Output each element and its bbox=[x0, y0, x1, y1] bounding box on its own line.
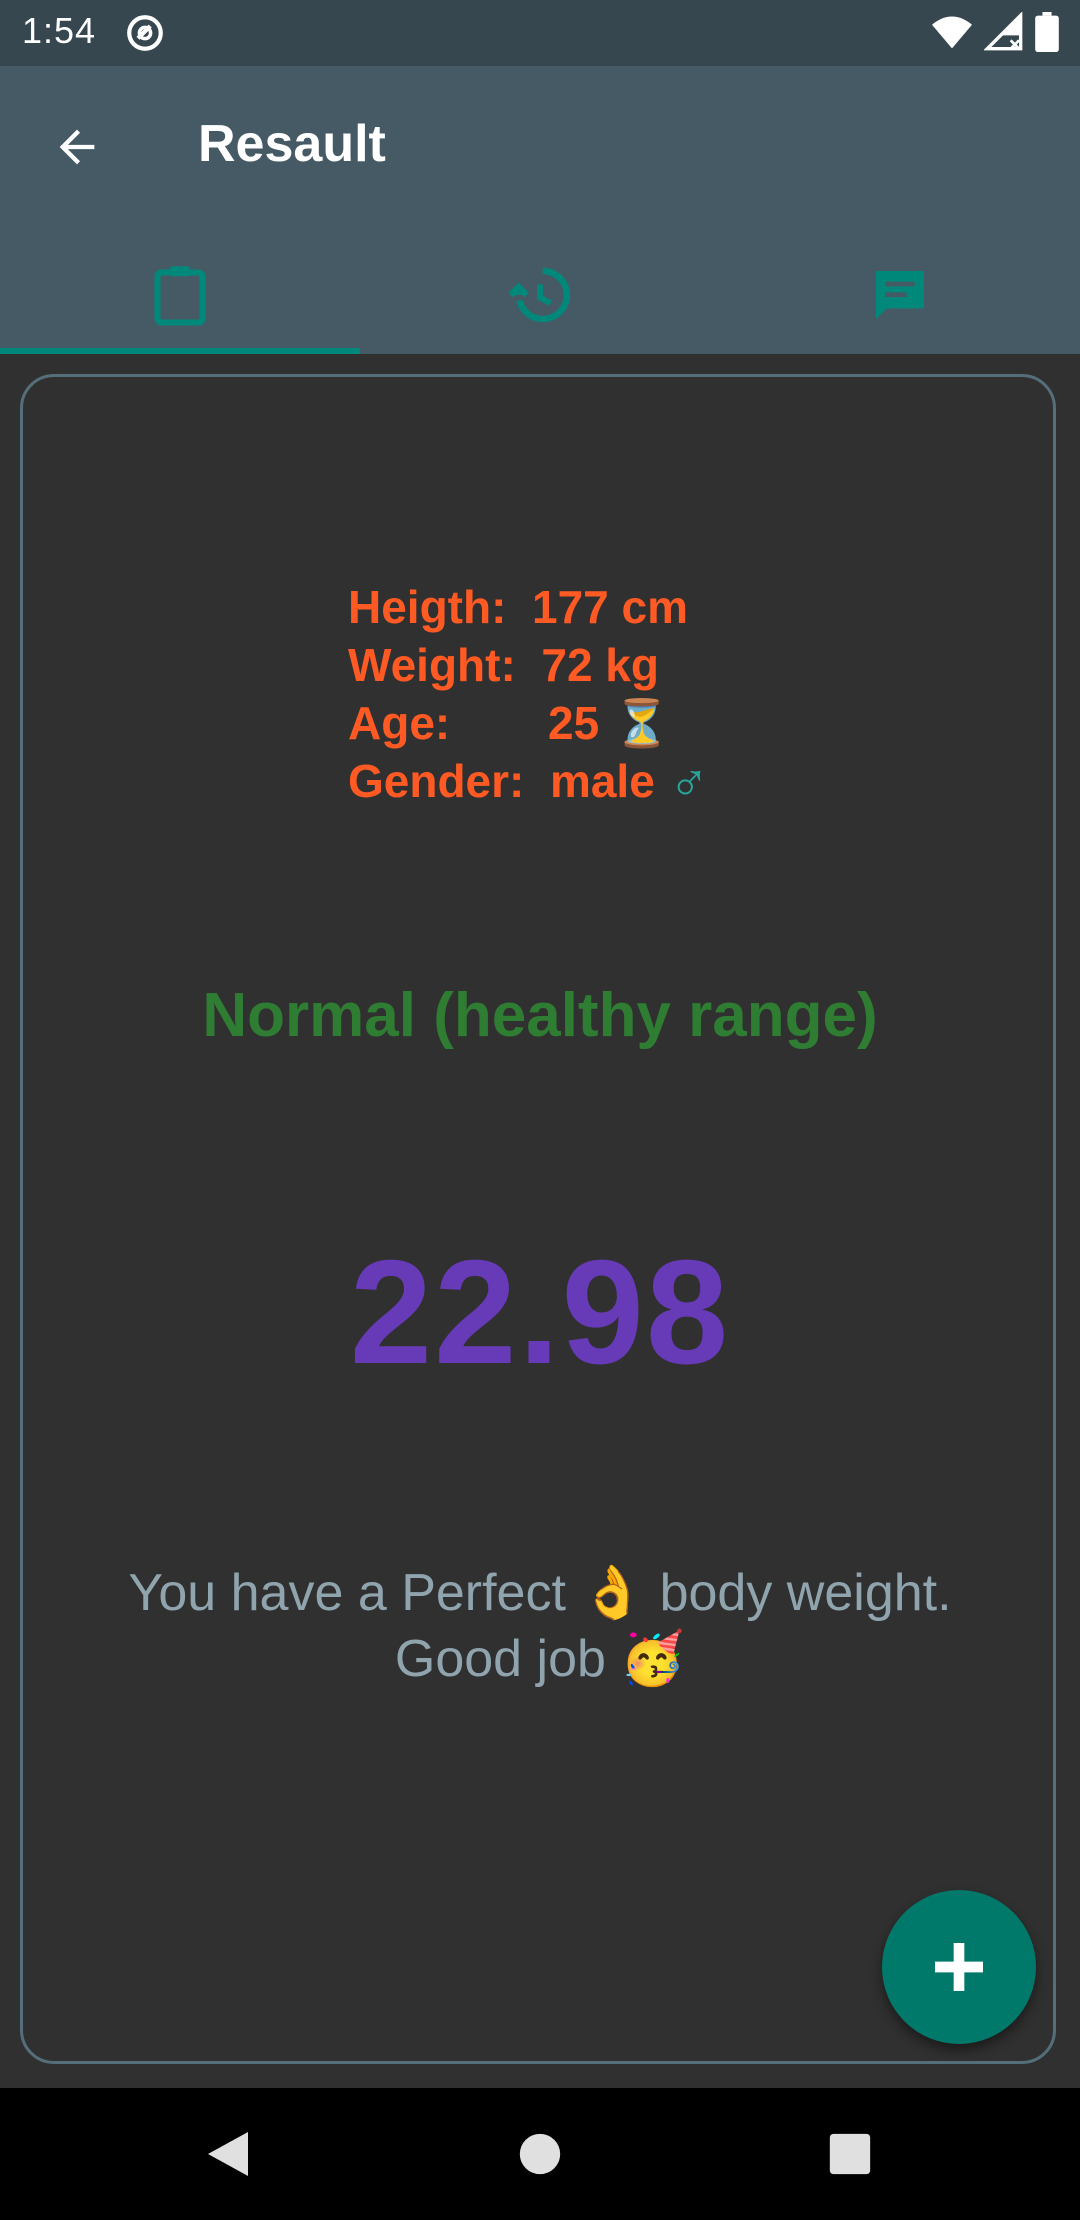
height-value: 177 cm bbox=[531, 581, 688, 633]
tab-bar bbox=[0, 236, 1080, 354]
bmi-value: 22.98 bbox=[349, 1230, 731, 1395]
age-value: 25 bbox=[548, 697, 600, 749]
app-bar: Resault bbox=[0, 66, 1080, 354]
nav-back-button[interactable] bbox=[196, 2122, 260, 2186]
result-message: You have a Perfect 👌 body weight. Good j… bbox=[60, 1560, 1020, 1692]
clipboard-icon bbox=[154, 266, 206, 326]
history-icon bbox=[508, 267, 570, 323]
add-button[interactable] bbox=[882, 1890, 1036, 2044]
gender-row: Gender: male ♂ bbox=[348, 751, 710, 811]
nav-back-icon bbox=[208, 2132, 248, 2176]
page-title: Resault bbox=[198, 115, 386, 173]
weight-row: Weight: 72 kg bbox=[348, 636, 709, 694]
nav-recents-button[interactable] bbox=[818, 2122, 882, 2186]
nav-home-icon bbox=[519, 2133, 561, 2175]
arrow-back-icon bbox=[59, 129, 95, 165]
male-sign-icon: ♂ bbox=[668, 751, 710, 811]
nav-recents-icon bbox=[829, 2133, 871, 2175]
status-bar: 1:54 bbox=[0, 0, 1080, 66]
height-row: Heigth: 177 cm bbox=[348, 578, 709, 636]
chat-icon bbox=[876, 271, 924, 319]
status-time: 1:54 bbox=[22, 10, 97, 51]
tab-result[interactable] bbox=[0, 236, 360, 354]
ok-hand-icon: 👌 bbox=[580, 1564, 646, 1622]
age-row: Age: 25 ⏳ bbox=[348, 694, 709, 752]
nav-home-button[interactable] bbox=[508, 2122, 572, 2186]
signal-icon bbox=[984, 12, 1023, 51]
hourglass-icon: ⏳ bbox=[613, 697, 671, 749]
back-button[interactable] bbox=[40, 110, 114, 184]
message-line-2: Good job 🥳 bbox=[394, 1630, 686, 1688]
weight-value: 72 kg bbox=[541, 639, 659, 691]
message-line-1: You have a Perfect 👌 body weight. bbox=[128, 1564, 952, 1622]
bmi-category: Normal (healthy range) bbox=[202, 981, 878, 1050]
wifi-icon bbox=[932, 16, 972, 49]
tab-indicator bbox=[0, 348, 360, 354]
battery-icon bbox=[1035, 12, 1059, 52]
system-nav-bar bbox=[0, 2088, 1080, 2220]
plus-icon bbox=[935, 1943, 983, 1991]
gender-value: male bbox=[549, 755, 655, 807]
user-info: Heigth: 177 cm Weight: 72 kg Age: 25 ⏳ Gen… bbox=[348, 578, 709, 810]
at-sign-icon bbox=[127, 15, 163, 51]
tab-feedback[interactable] bbox=[720, 236, 1080, 354]
screen: 1:54 Resault Heigth: 177 cm Weight: 72 k… bbox=[0, 0, 1080, 2220]
party-face-icon: 🥳 bbox=[620, 1630, 686, 1688]
tab-history[interactable] bbox=[360, 236, 720, 354]
status-icons bbox=[930, 12, 1060, 52]
